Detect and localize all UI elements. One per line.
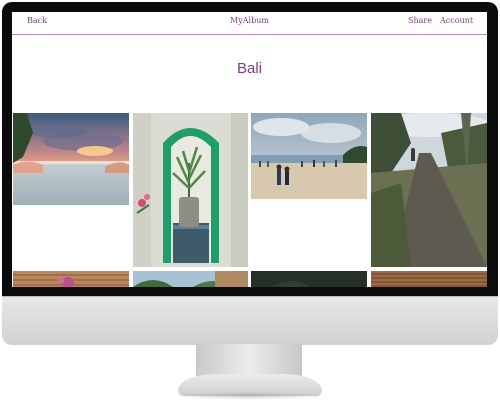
palm-treetops-image [133, 271, 248, 287]
dark-canopy-image [251, 271, 367, 287]
share-link[interactable]: Share [408, 16, 432, 25]
photo-thatched-roof-flower[interactable] [13, 271, 129, 287]
monitor-screen: Back MyAlbum Share Account Bali [12, 12, 487, 287]
photo-thatched-roof[interactable] [371, 271, 487, 287]
photo-green-doorway-plant[interactable] [133, 113, 248, 267]
photo-dirt-road-trees[interactable] [371, 113, 487, 267]
dirt-road-image [371, 113, 487, 267]
monitor-chin [2, 296, 498, 345]
monitor-stand-neck [196, 344, 302, 378]
account-link[interactable]: Account [440, 16, 473, 25]
green-doorway-image [133, 113, 248, 267]
photo-palm-treetops[interactable] [133, 271, 248, 287]
top-nav: Back MyAlbum Share Account [12, 12, 487, 35]
thatched-roof-image [371, 271, 487, 287]
thatched-roof-flower-image [13, 271, 129, 287]
album-title: Bali [236, 60, 262, 77]
photo-sunset-infinity-pool[interactable] [13, 113, 129, 205]
stand-shadow [170, 392, 330, 400]
photo-dark-canopy[interactable] [251, 271, 367, 287]
sunset-pool-image [13, 113, 129, 205]
desktop-monitor-mockup: Back MyAlbum Share Account Bali [0, 0, 500, 402]
photo-beach-crowd[interactable] [251, 113, 367, 199]
beach-crowd-image [251, 113, 367, 199]
